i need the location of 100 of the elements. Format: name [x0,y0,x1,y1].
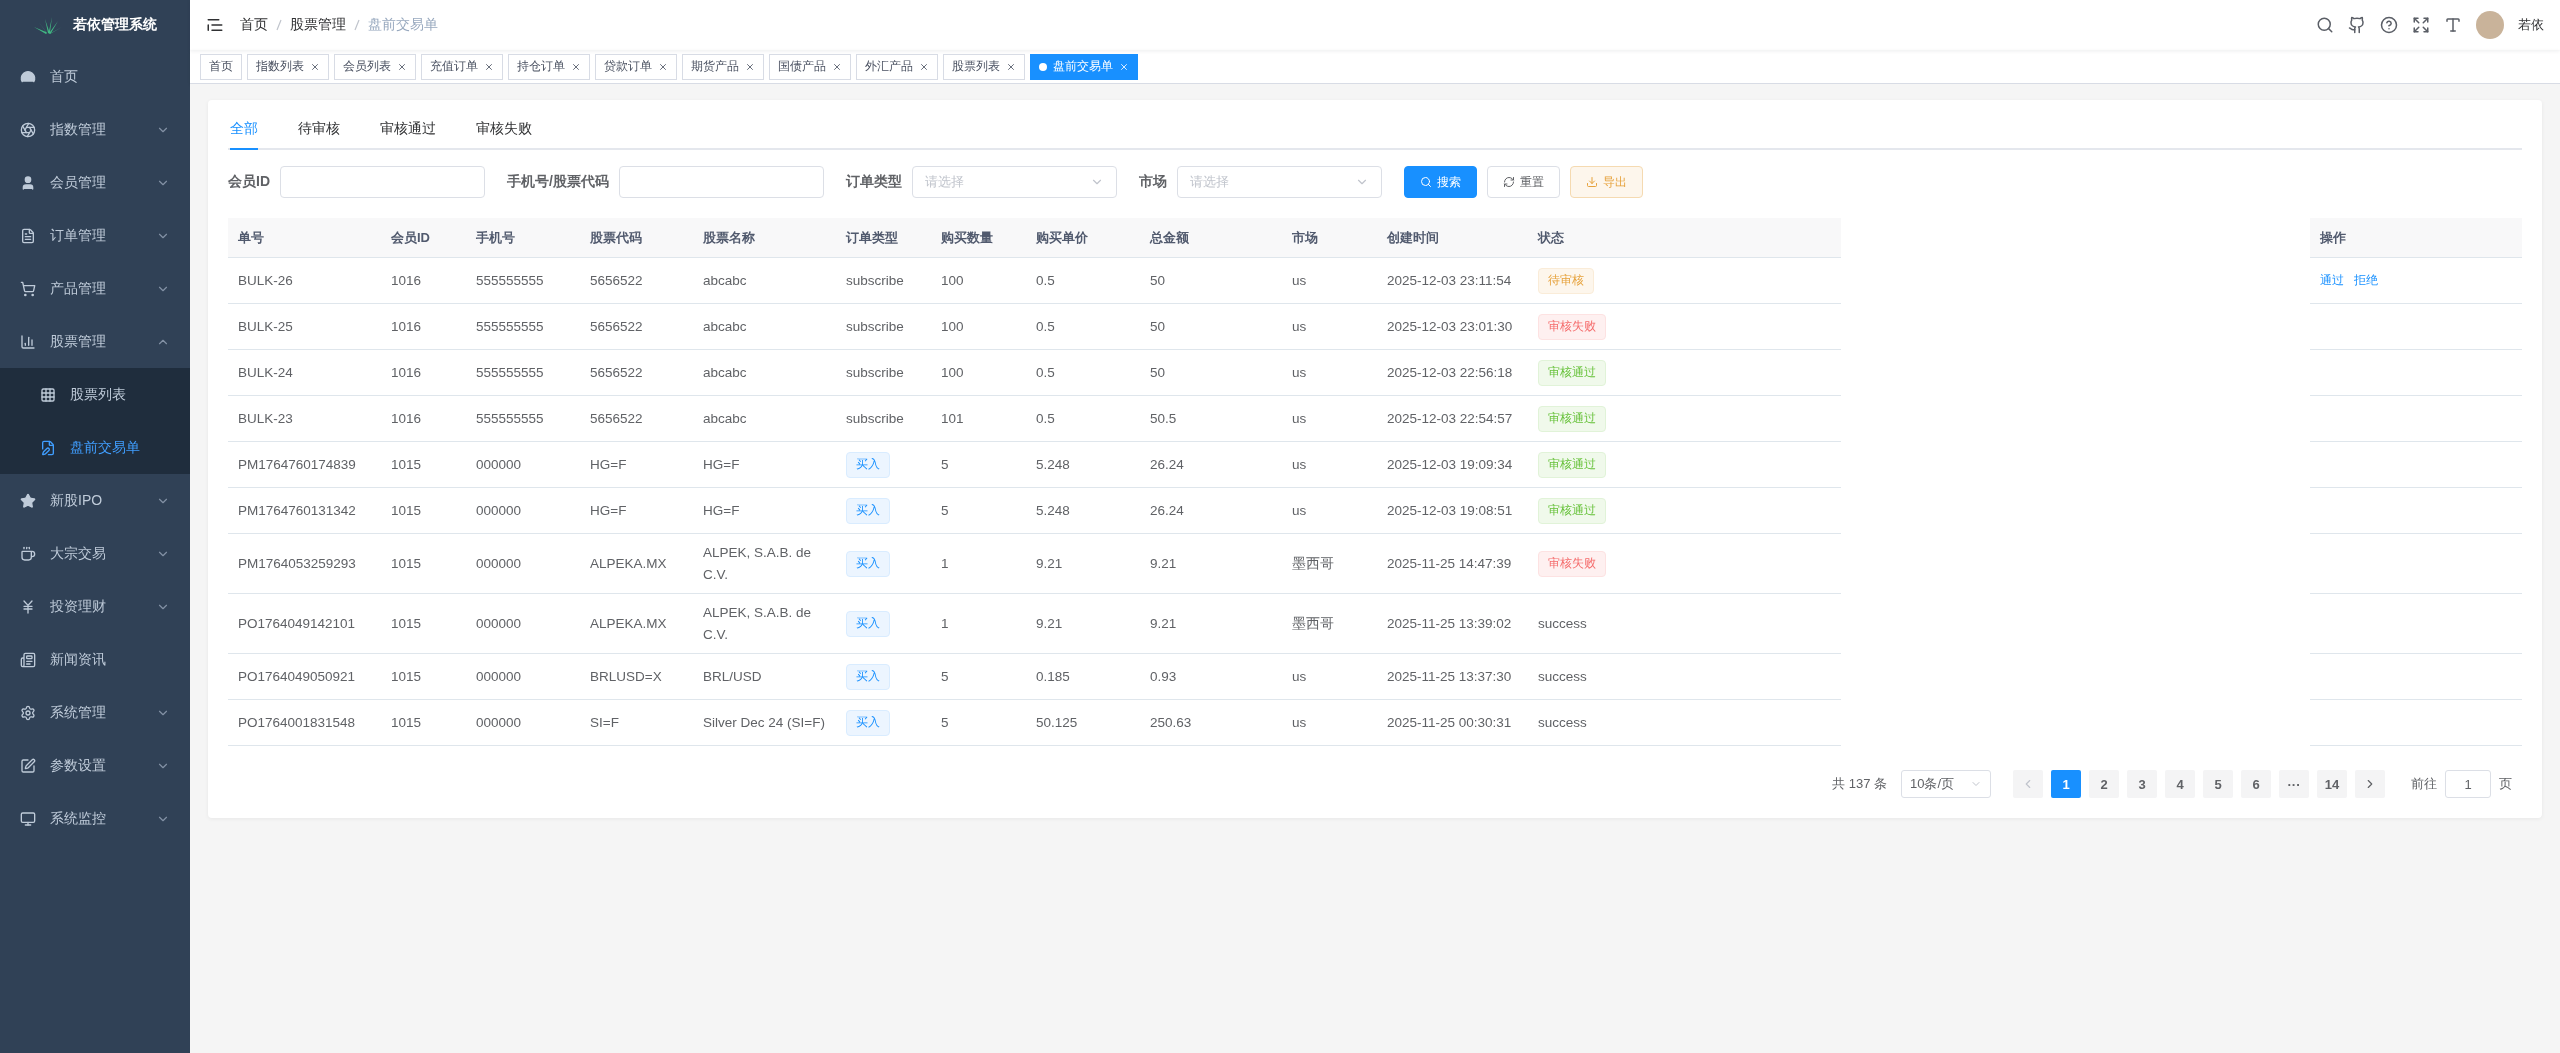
order-type-tag: 买入 [846,550,890,577]
table-cell: PO1764049142101 [228,594,381,655]
close-icon[interactable] [397,61,407,72]
page-button[interactable]: ··· [2279,770,2309,799]
menu-item[interactable]: 参数设置 [0,739,190,792]
table-cell: abcabc [693,258,836,304]
page-button[interactable]: 14 [2317,770,2347,799]
tag-tab[interactable]: 期货产品 [682,53,764,80]
tag-tab[interactable]: 会员列表 [334,53,416,80]
page-button[interactable]: 4 [2165,770,2195,799]
tag-tab[interactable]: 持仓订单 [508,53,590,80]
tag-tab[interactable]: 首页 [200,53,242,80]
reset-button[interactable]: 重置 [1486,166,1560,198]
menu-item[interactable]: 订单管理 [0,209,190,262]
table-cell: HG=F [580,488,693,534]
tag-tab[interactable]: 充值订单 [421,53,503,80]
menu-item[interactable]: 新股IPO [0,474,190,527]
column-header: 购买单价 [1026,218,1140,258]
table-cell: 5.248 [1026,488,1140,534]
table-cell: ALPEK, S.A.B. de C.V. [693,594,836,655]
action-link[interactable]: 通过 [2320,270,2344,291]
tag-tab[interactable]: 贷款订单 [595,53,677,80]
table-cell: PO1764049050921 [228,654,381,701]
close-icon[interactable] [310,61,320,72]
table-cell: 5.248 [1026,442,1140,488]
news-icon [20,651,36,668]
menu-item[interactable]: 会员管理 [0,156,190,209]
table-cell: ALPEK, S.A.B. de C.V. [693,534,836,595]
table-cell: PM1764053259293 [228,534,381,595]
action-link[interactable]: 拒绝 [2354,270,2378,291]
status-text: success [1538,714,1587,733]
status-tag: 审核失败 [1538,313,1606,340]
table-cell: 000000 [466,534,580,595]
table-cell: 101 [931,396,1026,442]
close-icon[interactable] [1006,61,1016,72]
menu-item[interactable]: 产品管理 [0,262,190,315]
status-tab[interactable]: 全部 [230,120,258,150]
column-header: 创建时间 [1377,218,1528,258]
table-cell: 5 [931,442,1026,488]
status-tag: 审核通过 [1538,451,1606,478]
menu-toggle-icon[interactable] [206,16,224,34]
table-cell: 5656522 [580,258,693,304]
page-size-select[interactable]: 10条/页 [1901,770,1991,799]
close-icon[interactable] [832,61,842,72]
menu-item[interactable]: 新闻资讯 [0,633,190,686]
tag-tab[interactable]: 股票列表 [943,53,1025,80]
submenu-item[interactable]: 盘前交易单 [0,421,190,474]
tag-tab[interactable]: 国债产品 [769,53,851,80]
column-header: 手机号 [466,218,580,258]
close-icon[interactable] [919,61,929,72]
page-input[interactable]: 1 [2445,770,2491,799]
page-button[interactable]: 2 [2089,770,2119,799]
menu-item[interactable]: 股票管理 [0,315,190,368]
table-cell: 000000 [466,654,580,701]
column-header: 总金额 [1140,218,1282,258]
input-field[interactable] [618,166,824,198]
table-cell: 26.24 [1140,488,1282,534]
breadcrumb-item[interactable]: 首页 [240,16,268,34]
status-tab[interactable]: 审核通过 [380,120,436,150]
monitor-icon [20,810,36,827]
close-icon[interactable] [745,61,755,72]
submenu-item[interactable]: 股票列表 [0,368,190,421]
fullscreen-icon[interactable] [2412,16,2430,34]
breadcrumb-item[interactable]: 股票管理 [290,16,346,34]
menu-item[interactable]: 系统管理 [0,686,190,739]
table-cell: 5 [931,700,1026,747]
font-size-icon[interactable] [2444,16,2462,34]
search-icon[interactable] [2316,16,2334,34]
table-cell: 2025-11-25 00:30:31 [1377,700,1528,747]
table-cell: 5656522 [580,350,693,396]
status-tab[interactable]: 审核失败 [476,120,532,150]
close-icon[interactable] [571,61,581,72]
menu-item[interactable]: 系统监控 [0,792,190,845]
help-icon[interactable] [2380,16,2398,34]
menu-item[interactable]: 投资理财 [0,580,190,633]
menu-item[interactable]: 大宗交易 [0,527,190,580]
table-cell: 0.93 [1140,654,1282,701]
github-icon[interactable] [2348,16,2366,34]
close-icon[interactable] [484,61,494,72]
table-cell: 2025-12-03 19:08:51 [1377,488,1528,534]
user-icon [20,174,36,191]
close-icon[interactable] [658,61,668,72]
table-cell: BULK-23 [228,396,381,442]
page-button[interactable]: 3 [2127,770,2157,799]
table-cell: us [1282,654,1377,701]
table-cell: 0.5 [1026,396,1140,442]
close-icon[interactable] [1119,61,1129,72]
download-icon [1585,176,1598,188]
page-button[interactable]: 5 [2203,770,2233,799]
column-header: 订单类型 [836,218,931,258]
app-title: 若依管理系统 [73,16,157,34]
status-tab[interactable]: 待审核 [298,120,340,150]
tag-tab[interactable]: 指数列表 [247,53,329,80]
page-button[interactable]: 6 [2241,770,2271,799]
table-cell: us [1282,488,1377,534]
tag-tab[interactable]: 外汇产品 [856,53,938,80]
input-field[interactable] [280,166,485,198]
table-cell: us [1282,396,1377,442]
menu-item[interactable]: 指数管理 [0,103,190,156]
menu-item[interactable]: 首页 [0,50,190,103]
